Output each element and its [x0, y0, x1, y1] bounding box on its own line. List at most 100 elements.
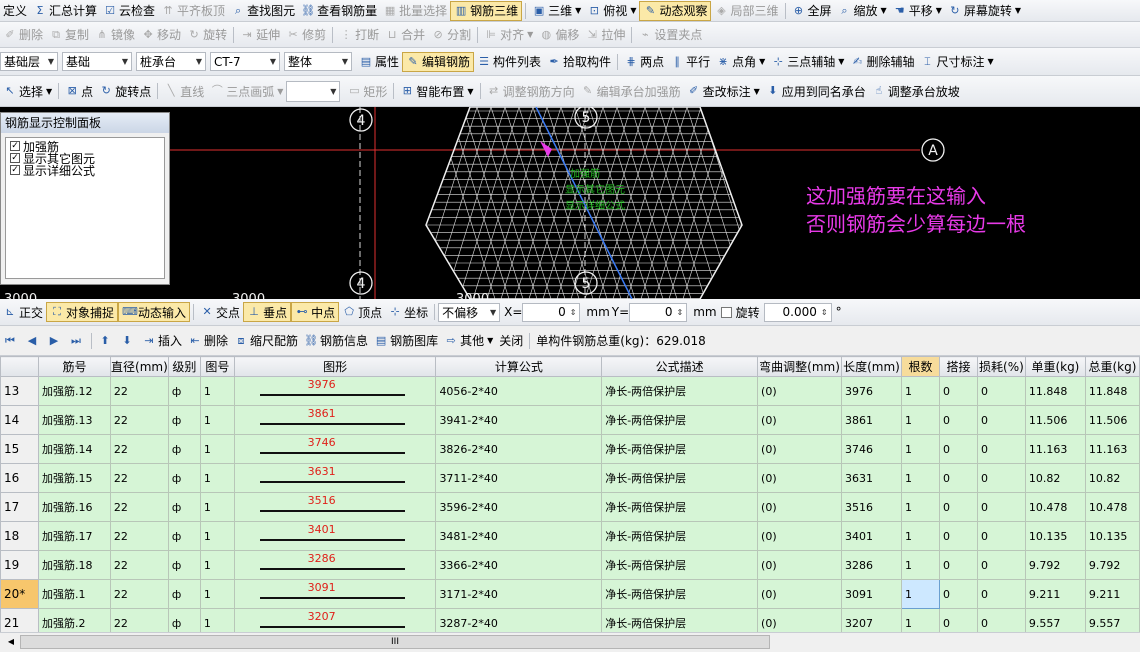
cell-unit[interactable]: 9.211 [1024, 579, 1086, 609]
cell-loss[interactable]: 0 [976, 492, 1026, 522]
cell-dia[interactable]: 22 [109, 579, 169, 609]
rotate-input[interactable]: 0.000 ⇕ [763, 302, 832, 322]
cell-shape[interactable]: 3976 [233, 376, 437, 406]
cell-grade[interactable]: ф [167, 492, 201, 522]
cell-idx[interactable]: 16 [0, 463, 39, 493]
column-header[interactable]: 搭接 [938, 356, 978, 377]
move-down-button[interactable]: ⬇ [117, 331, 139, 351]
cell-bend[interactable]: (0) [757, 608, 843, 632]
cell-dia[interactable]: 22 [109, 463, 169, 493]
cell-name[interactable]: 加强筋.16 [37, 492, 111, 522]
table-row[interactable]: 17 加强筋.16 22 ф 1 3516 3596-2*40 净长-两倍保护层 (0) 3516… [0, 492, 1140, 522]
cloud-check-button[interactable]: ☑ 云检查 [100, 1, 158, 21]
set-grip-button[interactable]: ⌁ 设置夹点 [635, 25, 705, 45]
cell-lap[interactable]: 0 [938, 579, 978, 609]
cell-unit[interactable]: 11.848 [1024, 376, 1086, 406]
cell-count[interactable]: 1 [901, 434, 940, 464]
offset-mode-select[interactable]: 不偏移 ▼ [438, 302, 501, 322]
scope-select[interactable]: 整体 ▼ [284, 52, 352, 71]
cell-bend[interactable]: (0) [757, 492, 843, 522]
cell-count[interactable]: 1 [901, 492, 940, 522]
other-dropdown[interactable]: ⇨ 其他 ▼ [441, 331, 496, 351]
cell-unit[interactable]: 10.135 [1024, 521, 1086, 551]
rebar-library-button[interactable]: ▤ 钢筋图库 [371, 331, 441, 351]
rectangle-button[interactable]: ▭ 矩形 [344, 81, 390, 101]
split-button[interactable]: ⊘ 分割 [428, 25, 474, 45]
cell-name[interactable]: 加强筋.15 [37, 463, 111, 493]
column-header[interactable]: 图号 [199, 356, 235, 377]
cell-loss[interactable]: 0 [976, 608, 1026, 632]
ortho-toggle[interactable]: ⊾ 正交 [0, 302, 46, 322]
edit-pile-cap-reinforcement-button[interactable]: ✎ 编辑承台加强筋 [578, 81, 684, 101]
zoom-dropdown[interactable]: ⌕ 缩放 ▼ [835, 1, 890, 21]
next-record-button[interactable]: ▶ [44, 331, 66, 351]
cell-shape[interactable]: 3516 [233, 492, 437, 522]
move-button[interactable]: ✥ 移动 [138, 25, 184, 45]
cell-loss[interactable]: 0 [976, 550, 1026, 580]
dimension-dropdown[interactable]: ⌶ 尺寸标注 ▼ [917, 52, 996, 72]
cell-formula[interactable]: 3596-2*40 [435, 492, 603, 522]
select-dropdown[interactable]: ↖ 选择 ▼ [0, 81, 55, 101]
object-snap-toggle[interactable]: ⛶ 对象捕捉 [46, 302, 119, 322]
cell-total[interactable]: 10.82 [1084, 463, 1140, 493]
cell-count[interactable]: 1 [901, 376, 940, 406]
cell-loss[interactable]: 0 [976, 521, 1026, 551]
column-header[interactable]: 长度(mm) [841, 356, 902, 377]
horizontal-scrollbar[interactable]: ◀ III [0, 632, 1140, 652]
cell-shape[interactable]: 3746 [233, 434, 437, 464]
cell-fig[interactable]: 1 [199, 550, 235, 580]
two-point-button[interactable]: ⋕ 两点 [621, 52, 667, 72]
view-3d-dropdown[interactable]: ▣ 三维 ▼ [529, 1, 584, 21]
cell-idx[interactable]: 17 [0, 492, 39, 522]
edit-rebar-button[interactable]: ✎ 编辑钢筋 [402, 51, 475, 72]
arc-option-select[interactable]: ▼ [286, 80, 341, 102]
move-up-button[interactable]: ⬆ [95, 331, 117, 351]
insert-button[interactable]: ⇥ 插入 [139, 331, 185, 351]
cell-desc[interactable]: 净长-两倍保护层 [601, 463, 759, 493]
cell-unit[interactable]: 9.792 [1024, 550, 1086, 580]
copy-button[interactable]: ⧉ 复制 [46, 25, 92, 45]
view-rebar-qty-button[interactable]: ⛓ 查看钢筋量 [298, 1, 380, 21]
cell-loss[interactable]: 0 [976, 434, 1026, 464]
delete-button[interactable]: ✐ 删除 [0, 25, 46, 45]
cell-fig[interactable]: 1 [199, 492, 235, 522]
column-header[interactable]: 单重(kg) [1024, 356, 1086, 377]
cell-name[interactable]: 加强筋.1 [37, 579, 111, 609]
cell-loss[interactable]: 0 [976, 405, 1026, 435]
cell-grade[interactable]: ф [167, 608, 201, 632]
column-header[interactable]: 弯曲调整(mm) [757, 356, 843, 377]
perpendicular-snap[interactable]: ⊥ 垂点 [243, 302, 292, 322]
cell-formula[interactable]: 3941-2*40 [435, 405, 603, 435]
cell-idx[interactable]: 20* [0, 579, 39, 609]
floor-select[interactable]: 基础层 ▼ [0, 52, 58, 71]
cell-unit[interactable]: 11.506 [1024, 405, 1086, 435]
cell-bend[interactable]: (0) [757, 463, 843, 493]
cell-desc[interactable]: 净长-两倍保护层 [601, 434, 759, 464]
cell-bend[interactable]: (0) [757, 521, 843, 551]
point-angle-dropdown[interactable]: ⋇ 点角 ▼ [713, 52, 768, 72]
cell-len[interactable]: 3746 [841, 434, 902, 464]
mirror-button[interactable]: ⋔ 镜像 [92, 25, 138, 45]
cell-loss[interactable]: 0 [976, 463, 1026, 493]
cell-lap[interactable]: 0 [938, 550, 978, 580]
cell-shape[interactable]: 3631 [233, 463, 437, 493]
cell-name[interactable]: 加强筋.14 [37, 434, 111, 464]
column-header[interactable]: 公式描述 [601, 356, 759, 377]
cell-grade[interactable]: ф [167, 463, 201, 493]
column-header[interactable]: 计算公式 [435, 356, 603, 377]
dynamic-orbit-button[interactable]: ✎ 动态观察 [639, 0, 712, 21]
cell-desc[interactable]: 净长-两倍保护层 [601, 579, 759, 609]
cell-desc[interactable]: 净长-两倍保护层 [601, 608, 759, 632]
cell-unit[interactable]: 9.557 [1024, 608, 1086, 632]
cell-total[interactable]: 10.478 [1084, 492, 1140, 522]
cell-bend[interactable]: (0) [757, 376, 843, 406]
align-dropdown[interactable]: ⊫ 对齐 ▼ [481, 25, 536, 45]
adjust-slope-button[interactable]: ☝ 调整承台放坡 [869, 81, 963, 101]
column-header[interactable]: 损耗(%) [976, 356, 1026, 377]
cell-grade[interactable]: ф [167, 376, 201, 406]
last-record-button[interactable]: ⏭ [66, 331, 88, 351]
cell-lap[interactable]: 0 [938, 376, 978, 406]
column-header[interactable]: 图形 [233, 356, 437, 377]
cell-bend[interactable]: (0) [757, 405, 843, 435]
table-row[interactable]: 20* 加强筋.1 22 ф 1 3091 3171-2*40 净长-两倍保护层 (0) 3091… [0, 579, 1140, 609]
